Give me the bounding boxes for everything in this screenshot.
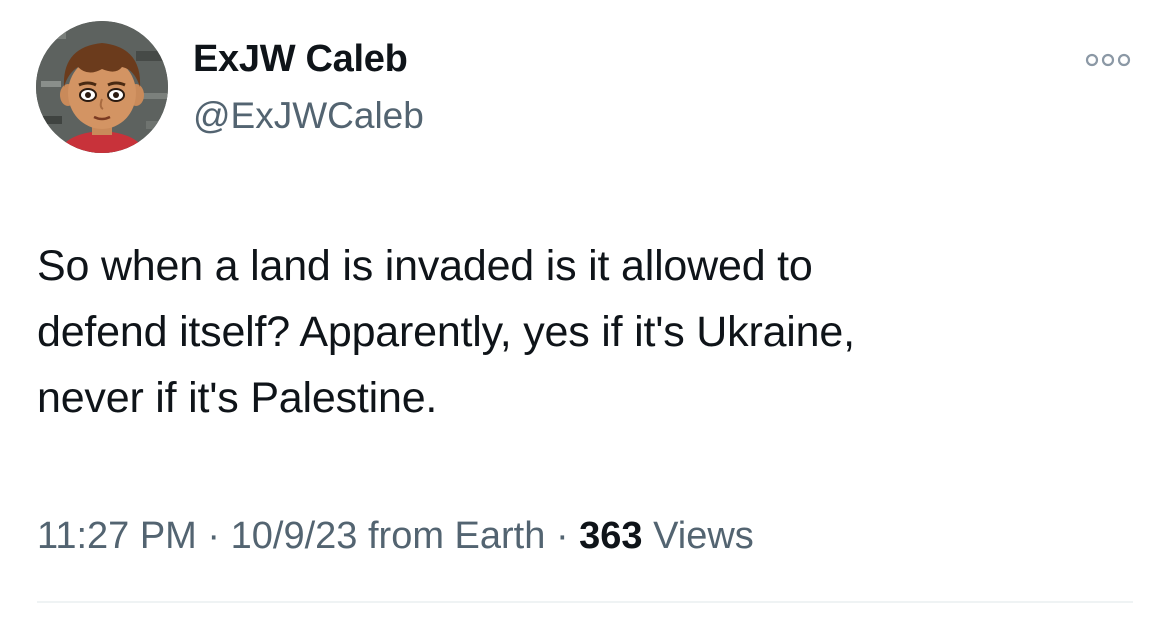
author-display-name[interactable]: ExJW Caleb [193, 38, 408, 81]
cartoon-avatar-icon [36, 21, 168, 153]
meta-separator: · [555, 515, 569, 557]
tweet-meta: 11:27 PM · 10/9/23 from Earth · 363 View… [37, 515, 754, 558]
tweet-timestamp-date[interactable]: 10/9/23 [231, 515, 358, 557]
tweet-text-line: So when a land is invaded is it allowed … [37, 242, 813, 290]
tweet-source: from Earth [367, 515, 546, 557]
more-options-button[interactable] [1082, 48, 1134, 72]
views-count[interactable]: 363 [579, 515, 642, 557]
avatar[interactable] [36, 21, 168, 153]
tweet-text-line: never if it's Palestine. [37, 374, 438, 422]
tweet-text: So when a land is invaded is it allowed … [37, 233, 1137, 431]
tweet-timestamp-time[interactable]: 11:27 PM [37, 515, 197, 557]
tweet-card: ExJW Caleb @ExJWCaleb So when a land is … [0, 0, 1170, 639]
meta-separator: · [207, 515, 221, 557]
more-horizontal-icon [1085, 53, 1131, 67]
tweet-text-line: defend itself? Apparently, yes if it's U… [37, 308, 855, 356]
views-label[interactable]: Views [653, 515, 754, 557]
author-handle[interactable]: @ExJWCaleb [193, 95, 424, 137]
divider [37, 601, 1133, 603]
